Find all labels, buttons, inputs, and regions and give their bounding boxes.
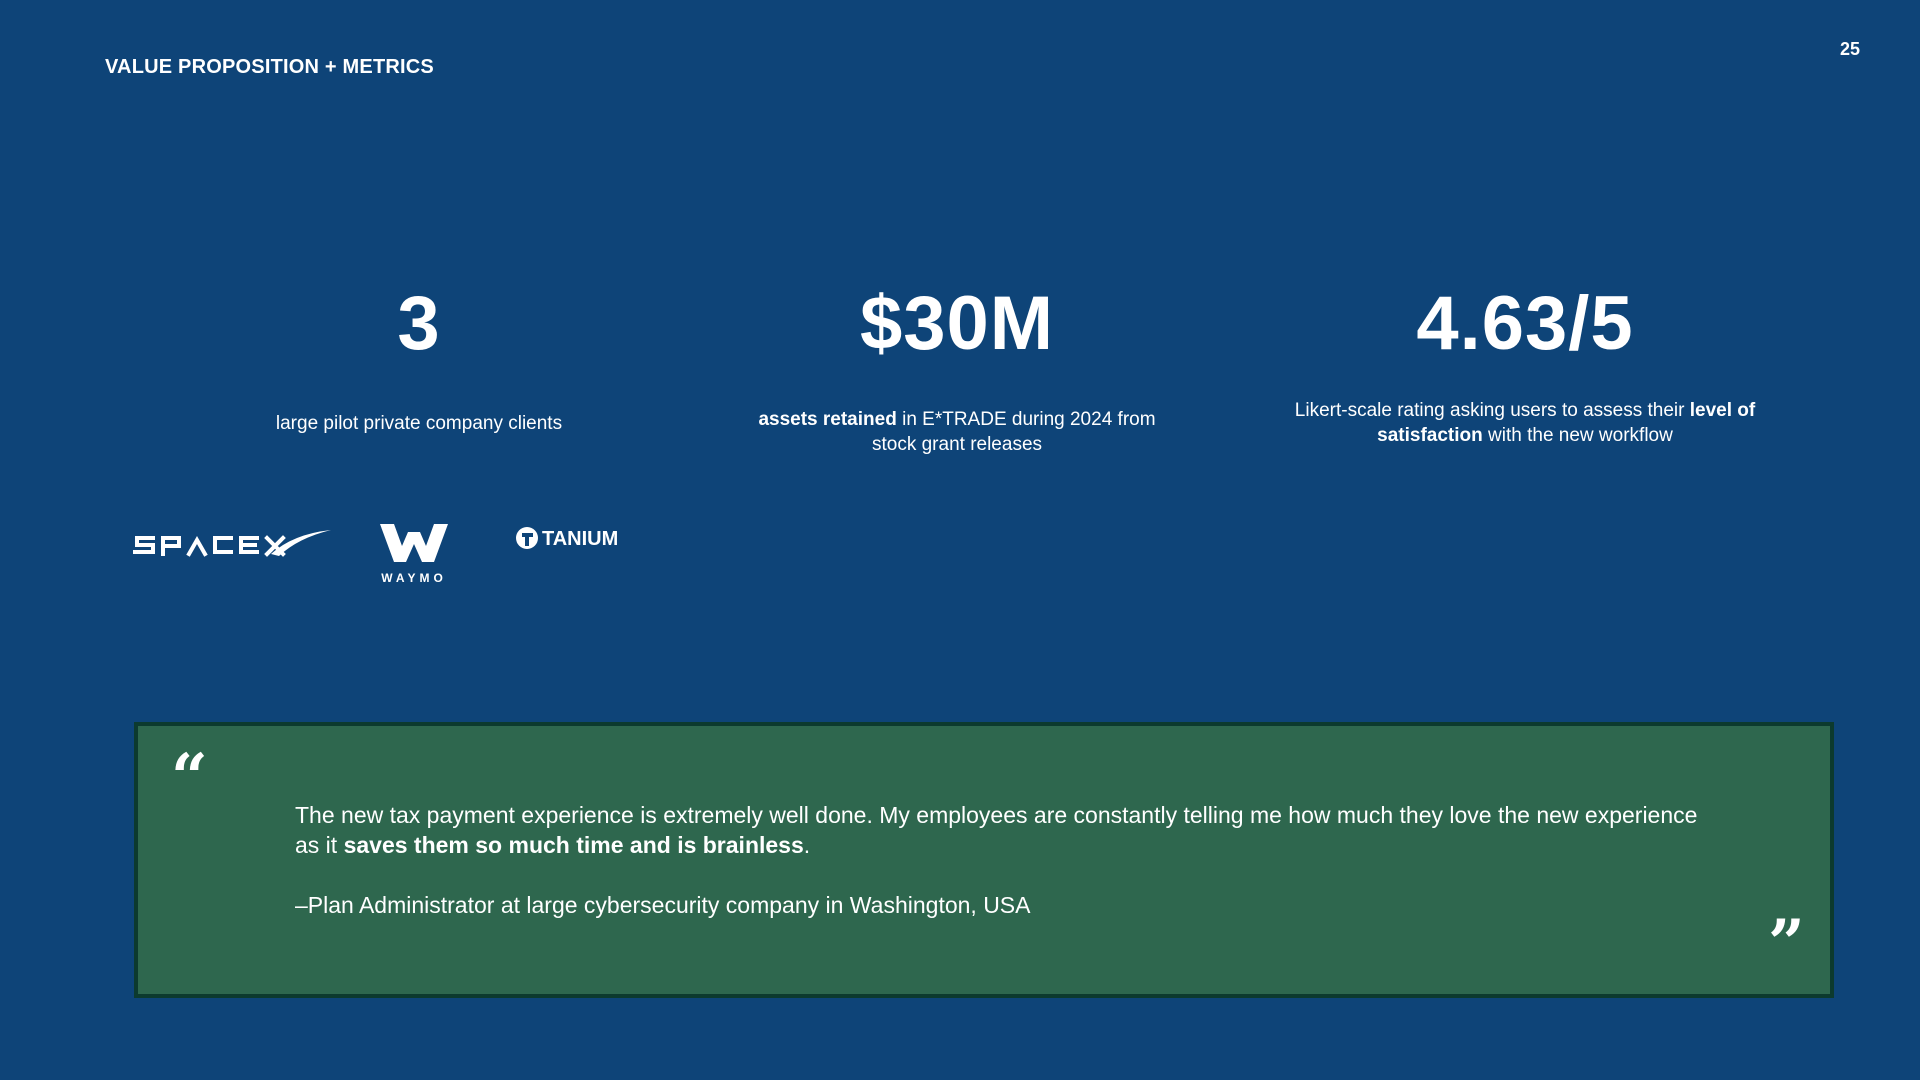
metric-clients: 3 large pilot private company clients bbox=[219, 280, 619, 436]
metric-description: large pilot private company clients bbox=[275, 413, 563, 434]
close-quote-icon: ” bbox=[1768, 906, 1805, 981]
svg-text:WAYMO: WAYMO bbox=[381, 571, 447, 584]
tanium-logo: TANIUM bbox=[515, 524, 650, 552]
metric-description-bold: assets retained bbox=[758, 409, 897, 430]
section-title: VALUE PROPOSITION + METRICS bbox=[105, 56, 434, 78]
metric-description-post: with the new workflow bbox=[1482, 425, 1673, 446]
testimonial-quote: “ The new tax payment experience is extr… bbox=[134, 722, 1834, 998]
page-number: 25 bbox=[1839, 39, 1861, 59]
quote-text-post: . bbox=[803, 832, 811, 858]
spacex-logo bbox=[133, 524, 333, 564]
open-quote-icon: “ bbox=[171, 740, 208, 815]
metric-value: $30M bbox=[859, 281, 1055, 366]
metric-description-rest: in E*TRADE during 2024 from stock grant … bbox=[871, 409, 1156, 455]
svg-text:TANIUM: TANIUM bbox=[542, 528, 618, 550]
metric-description: Likert-scale rating asking users to asse… bbox=[1290, 398, 1760, 448]
quote-text-bold: saves them so much time and is brainless bbox=[343, 832, 804, 858]
metric-value: 4.63/5 bbox=[1416, 281, 1634, 366]
metric-description-pre: Likert-scale rating asking users to asse… bbox=[1294, 400, 1690, 421]
metric-description: assets retained in E*TRADE during 2024 f… bbox=[742, 407, 1172, 457]
quote-text: The new tax payment experience is extrem… bbox=[295, 800, 1715, 860]
waymo-logo: WAYMO bbox=[378, 522, 450, 584]
metric-satisfaction: 4.63/5 Likert-scale rating asking users … bbox=[1275, 280, 1775, 448]
metric-value: 3 bbox=[397, 281, 441, 366]
quote-attribution: –Plan Administrator at large cybersecuri… bbox=[295, 892, 1031, 918]
metric-assets: $30M assets retained in E*TRADE during 2… bbox=[707, 280, 1207, 457]
